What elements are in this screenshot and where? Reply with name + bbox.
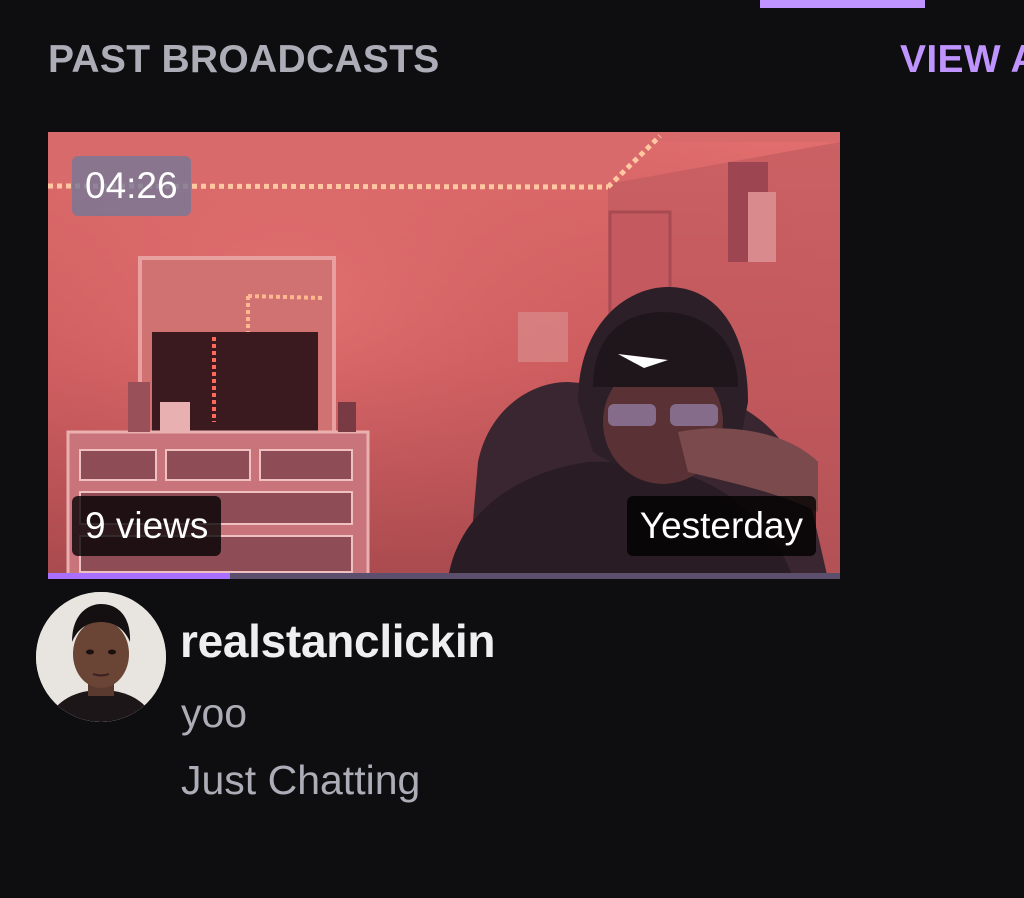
section-title: PAST BROADCASTS: [48, 38, 440, 81]
video-thumbnail[interactable]: 04:26 9 views Yesterday: [48, 132, 840, 579]
watch-progress-fill: [48, 573, 231, 579]
view-count-badge: 9 views: [72, 496, 222, 556]
duration-badge: 04:26: [72, 156, 191, 216]
watch-progress-bar: [48, 573, 840, 579]
date-badge: Yesterday: [626, 496, 816, 556]
video-card[interactable]: 04:26 9 views Yesterday: [48, 132, 840, 579]
past-broadcasts-screen: PAST BROADCASTS VIEW ALL: [0, 0, 1024, 898]
stream-title: yoo: [181, 690, 248, 736]
avatar-image: [36, 592, 166, 722]
view-all-link[interactable]: VIEW ALL: [900, 38, 1024, 82]
channel-avatar[interactable]: [36, 592, 166, 722]
stream-category[interactable]: Just Chatting: [181, 757, 420, 804]
active-tab-indicator: [760, 0, 925, 8]
channel-name[interactable]: realstanclickin: [180, 614, 495, 668]
